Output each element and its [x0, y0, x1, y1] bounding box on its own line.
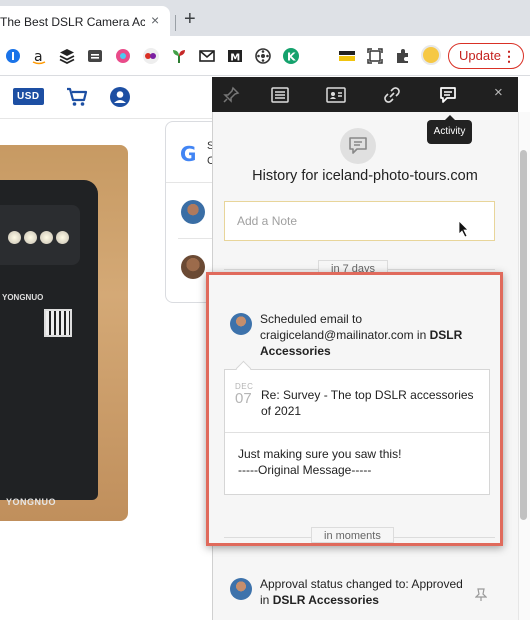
mailtrack-icon[interactable]	[198, 47, 216, 65]
recipient-email: craigiceland@mailinator.com in	[260, 328, 427, 342]
svg-text:M: M	[230, 53, 240, 64]
grammarly-icon[interactable]: K	[282, 47, 300, 65]
group-name[interactable]: DSLR	[430, 328, 463, 342]
tab-title: The Best DSLR Camera Accesso	[0, 15, 145, 29]
email-card[interactable]: DEC 07 Re: Survey - The top DSLR accesso…	[224, 369, 490, 495]
film-icon[interactable]	[254, 47, 272, 65]
entry-line: Approval status changed to: Approved	[260, 577, 463, 591]
pin-icon[interactable]	[220, 84, 242, 106]
entry-line: in DSLR Accessories	[260, 592, 463, 608]
entry-line: Scheduled email to	[260, 312, 363, 326]
google-icon: G	[180, 142, 197, 166]
plant-icon[interactable]	[170, 47, 188, 65]
qr-code	[44, 309, 72, 337]
list-icon[interactable]	[269, 84, 291, 106]
history-chat-icon	[340, 128, 376, 164]
product-image[interactable]: YONGNUO YONGNUO	[0, 145, 128, 521]
tab-manager-icon[interactable]	[86, 47, 104, 65]
email-body-line: Just making sure you saw this!	[238, 447, 402, 461]
entry-prefix: in	[260, 593, 270, 607]
profile-avatar[interactable]	[421, 45, 441, 65]
screenshot-icon[interactable]	[366, 47, 384, 65]
email-body: Just making sure you saw this! -----Orig…	[238, 446, 401, 478]
user-avatar	[230, 578, 252, 600]
color-picker-icon[interactable]	[114, 47, 132, 65]
dots-icon[interactable]	[142, 47, 160, 65]
email-subject: Re: Survey - The top DSLR accessories of…	[261, 388, 474, 418]
highlighter-icon[interactable]	[338, 47, 356, 65]
contact-card-icon[interactable]	[325, 84, 347, 106]
reviewer-avatar	[181, 255, 205, 279]
approval-status-entry: Approval status changed to: Approved in …	[260, 576, 463, 608]
buffer-icon[interactable]	[58, 47, 76, 65]
gmail-m-icon[interactable]: M	[226, 47, 244, 65]
group-name[interactable]: DSLR Accessories	[273, 593, 379, 607]
scheduled-email-entry: Scheduled email to craigiceland@mailinat…	[260, 311, 462, 359]
puzzle-icon[interactable]	[394, 47, 412, 65]
add-note-input[interactable]	[224, 201, 495, 241]
led-light	[8, 231, 21, 244]
tab-separator	[175, 15, 176, 31]
led-light	[56, 231, 69, 244]
amazon-icon[interactable]: a	[30, 47, 48, 65]
link-icon[interactable]	[381, 84, 403, 106]
pin-entry-icon[interactable]	[474, 588, 488, 607]
close-panel-icon[interactable]: ×	[494, 84, 503, 102]
activity-icon[interactable]	[437, 84, 459, 106]
1password-icon[interactable]	[4, 47, 22, 65]
email-body-line: -----Original Message-----	[238, 463, 372, 477]
entry-line: craigiceland@mailinator.com in DSLR	[260, 327, 462, 343]
tab-strip: The Best DSLR Camera Accesso × +	[0, 0, 530, 36]
more-menu-icon[interactable]: ⋮	[502, 44, 516, 68]
active-tab[interactable]: The Best DSLR Camera Accesso ×	[0, 6, 170, 36]
mouse-cursor-icon	[458, 220, 470, 243]
update-label: Update	[459, 48, 501, 63]
browser-toolbar: a M K Update ⋮	[0, 36, 530, 76]
brand-label: YONGNUO	[6, 497, 57, 507]
close-tab-icon[interactable]: ×	[151, 12, 159, 28]
email-day: 07	[235, 390, 252, 407]
reviewer-avatar	[181, 200, 205, 224]
svg-text:K: K	[287, 51, 296, 64]
history-title: History for iceland-photo-tours.com	[252, 168, 478, 184]
update-button[interactable]: Update ⋮	[448, 43, 524, 69]
account-icon[interactable]	[109, 86, 131, 113]
panel-toolbar	[212, 77, 518, 112]
cart-icon[interactable]	[66, 86, 88, 113]
site-header: USD	[0, 77, 212, 119]
activity-tooltip: Activity	[427, 115, 472, 144]
new-tab-button[interactable]: +	[184, 9, 196, 29]
group-name[interactable]: Accessories	[260, 344, 331, 358]
timeline-label: in moments	[311, 527, 394, 543]
divider	[225, 432, 489, 433]
brand-label: YONGNUO	[2, 293, 44, 302]
led-light	[40, 231, 53, 244]
scrollbar-thumb[interactable]	[520, 150, 527, 520]
entry-line: Accessories	[260, 343, 462, 359]
led-light	[24, 231, 37, 244]
currency-selector[interactable]: USD	[13, 88, 44, 105]
user-avatar	[230, 313, 252, 335]
